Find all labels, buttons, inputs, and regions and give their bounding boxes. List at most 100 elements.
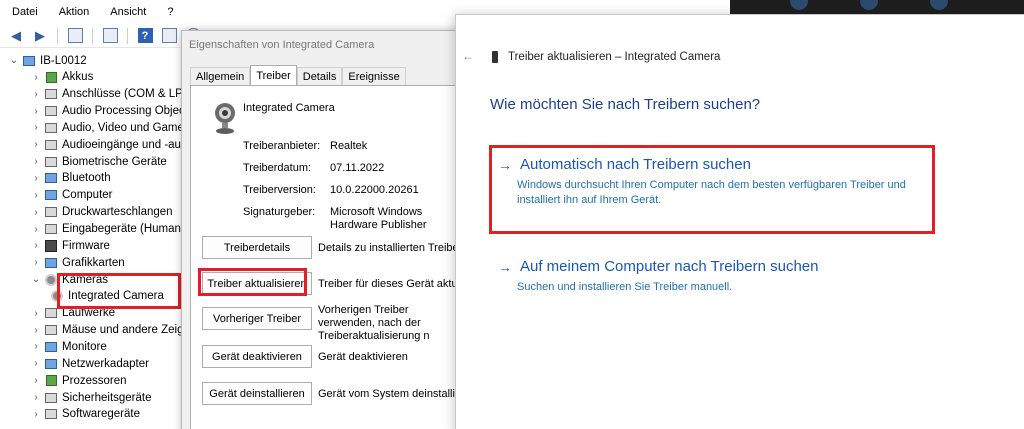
battery-icon [44,71,58,84]
tree-item[interactable]: › Akkus [30,69,93,86]
tree-item[interactable]: › Grafikkarten [30,254,125,271]
chevron-right-icon[interactable]: › [30,257,42,268]
tree-item[interactable]: › Netzwerkadapter [30,355,149,372]
field-value-datum: 07.11.2022 [330,162,385,174]
chevron-right-icon[interactable]: › [30,240,42,251]
menu-aktion[interactable]: Aktion [47,6,99,18]
chevron-right-icon[interactable]: › [30,156,42,167]
chevron-right-icon[interactable]: › [30,106,42,117]
app-icon[interactable] [790,0,808,10]
chevron-right-icon[interactable]: › [30,139,42,150]
menu-help[interactable]: ? [155,6,182,18]
tree-item[interactable]: › Softwaregeräte [30,406,140,423]
back-arrow-icon[interactable]: ◀ [6,27,26,45]
option-manual-search[interactable]: → Auf meinem Computer nach Treibern suche… [498,258,917,295]
device-name: Integrated Camera [243,102,335,114]
disable-device-button[interactable]: Gerät deaktivieren [202,345,312,368]
tree-item-label: Audio, Video und Gamec [62,121,190,134]
chevron-right-icon[interactable]: › [30,409,42,420]
field-value-anbieter: Realtek [330,140,368,152]
forward-arrow-icon[interactable]: ▶ [30,27,50,45]
driver-panel: Integrated Camera Treiberanbieter: Realt… [190,85,490,429]
chevron-right-icon[interactable]: › [30,224,42,235]
chevron-right-icon[interactable]: › [30,207,42,218]
chevron-right-icon[interactable]: › [30,122,42,133]
toolbar-separator [127,27,128,44]
tab-ereignisse[interactable]: Ereignisse [342,67,406,86]
properties-dialog: Eigenschaften von Integrated Camera Allg… [181,30,490,429]
menu-datei[interactable]: Datei [0,6,47,18]
wizard-heading: Wie möchten Sie nach Treibern suchen? [490,96,761,113]
tree-item-label: Anschlüsse (COM & LPT) [62,88,194,101]
tree-item[interactable]: › Mäuse und andere Zeige [30,322,190,339]
chevron-right-icon[interactable]: › [30,358,42,369]
tree-item-label: Audio Processing Object [62,105,188,118]
field-label-signatur: Signaturgeber: [243,206,316,218]
monitor-icon [44,256,58,269]
tree-item[interactable]: › Monitore [30,338,106,355]
chevron-right-icon[interactable]: › [30,325,42,336]
chevron-right-icon[interactable]: › [30,308,42,319]
tree-item-label: Bluetooth [62,172,111,185]
network-icon [44,357,58,370]
port-icon [44,88,58,101]
tree-item[interactable]: › Anschlüsse (COM & LPT) [30,86,194,103]
tree-item[interactable]: › Druckwarteschlangen [30,204,172,221]
tree-root[interactable]: ⌄ IB-L0012 [8,52,87,69]
help-icon[interactable]: ? [135,27,155,45]
tree-item[interactable]: › Audioeingänge und -au [30,136,181,153]
option-manual-desc: Suchen und installieren Sie Treiber manu… [517,281,733,293]
taskbar-strip [730,0,1024,14]
list-view-icon[interactable] [100,27,120,45]
software-icon [44,408,58,421]
tree-item[interactable]: › Audio, Video und Gamec [30,119,190,136]
chevron-right-icon[interactable]: › [30,89,42,100]
highlight-update-driver [198,268,307,296]
audio-icon [44,121,58,134]
window-icon[interactable] [159,27,179,45]
properties-icon[interactable] [65,27,85,45]
rollback-driver-button[interactable]: Vorheriger Treiber [202,307,312,330]
chevron-right-icon[interactable]: › [30,72,42,83]
app-icon[interactable] [860,0,878,10]
properties-tabs: Allgemein Treiber Details Ereignisse [190,65,406,86]
tree-item[interactable]: › Computer [30,187,113,204]
chevron-right-icon[interactable]: › [30,392,42,403]
tree-item-label: Akkus [62,71,94,84]
chevron-down-icon[interactable]: ⌄ [8,55,20,66]
audio-icon [44,105,58,118]
tree-item-label: Sicherheitsgeräte [62,391,152,404]
tab-treiber[interactable]: Treiber [250,65,297,86]
tree-item[interactable]: › Bluetooth [30,170,111,187]
uninstall-device-button[interactable]: Gerät deinstallieren [202,382,312,405]
tree-item[interactable]: › Eingabegeräte (Human I [30,221,187,238]
audio-icon [44,138,58,151]
chevron-right-icon[interactable]: › [30,173,42,184]
back-arrow-icon[interactable]: ← [462,49,474,63]
field-label-datum: Treiberdatum: [243,162,312,174]
tab-details[interactable]: Details [296,67,343,86]
option-manual-title: Auf meinem Computer nach Treibern suchen [520,258,819,275]
toolbar-separator [92,27,93,44]
menu-ansicht[interactable]: Ansicht [98,6,155,18]
chevron-right-icon[interactable]: › [30,190,42,201]
update-driver-desc: Treiber für dieses Gerät aktualis [318,278,468,290]
tree-item[interactable]: › Audio Processing Object [30,103,188,120]
tree-item[interactable]: › Biometrische Geräte [30,153,167,170]
bluetooth-icon [44,172,58,185]
chevron-right-icon[interactable]: › [30,341,42,352]
tree-item[interactable]: › Sicherheitsgeräte [30,389,152,406]
tree-item[interactable]: › Firmware [30,237,110,254]
chevron-down-icon[interactable]: ⌄ [30,274,42,285]
tree-item-label: Eingabegeräte (Human I [62,223,188,235]
chevron-right-icon[interactable]: › [30,375,42,386]
tree-item-label: Mäuse und andere Zeige [62,324,190,337]
computer-icon [22,54,36,67]
app-icon[interactable] [930,0,948,10]
driver-details-button[interactable]: Treiberdetails [202,236,312,259]
tab-allgemein[interactable]: Allgemein [190,67,251,86]
tree-item-label: Prozessoren [62,374,127,387]
tree-item[interactable]: › Prozessoren [30,372,127,389]
tree-item-label: Computer [62,189,113,202]
tree-item-label: Grafikkarten [62,256,125,269]
